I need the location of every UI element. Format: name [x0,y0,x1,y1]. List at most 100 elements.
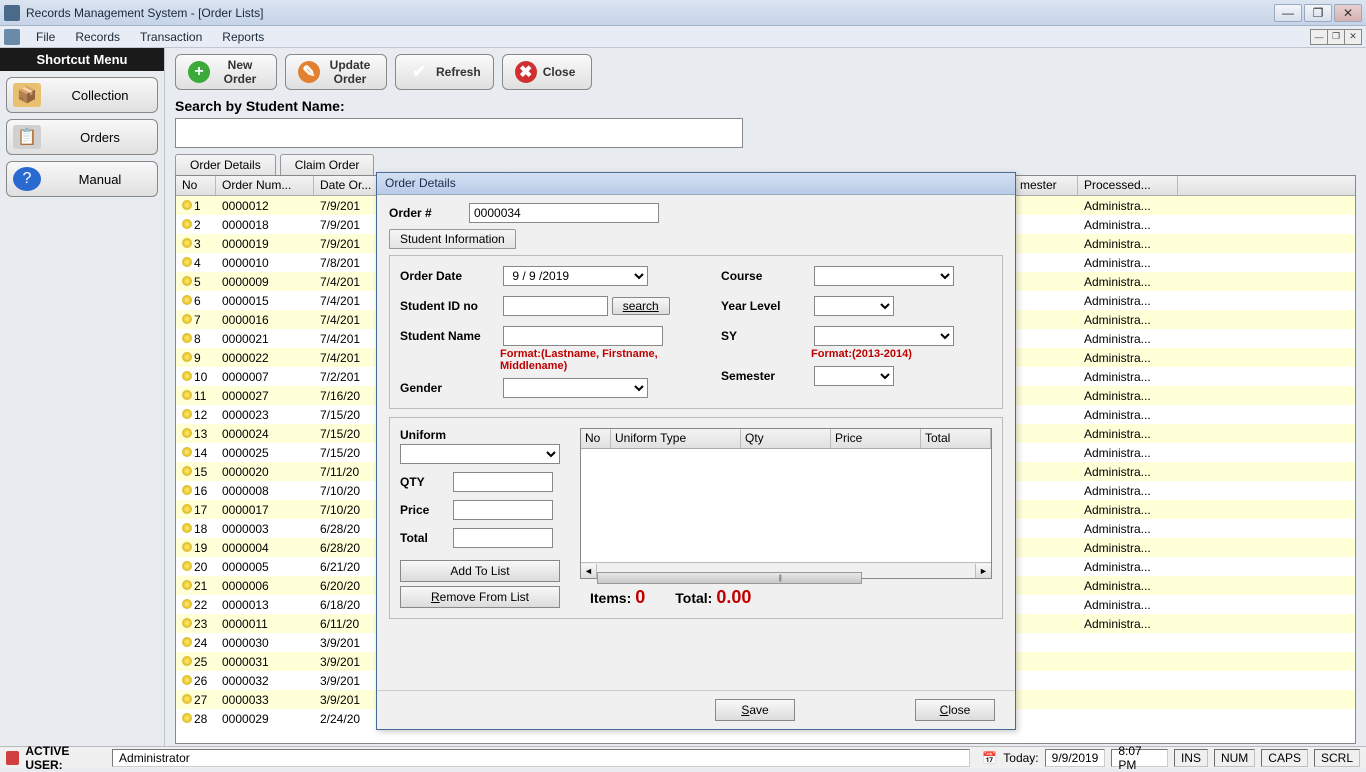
gender-select[interactable] [503,378,648,398]
sidebar-label: Orders [49,130,151,145]
active-user-label: ACTIVE USER: [25,744,106,772]
scroll-right-icon[interactable]: ► [975,564,991,578]
sidebar-header: Shortcut Menu [0,48,164,71]
course-label: Course [721,269,811,283]
menu-bar: File Records Transaction Reports — ❐ ✕ [0,26,1366,48]
user-icon [6,751,19,765]
year-level-label: Year Level [721,299,811,313]
add-icon: + [188,61,210,83]
sy-format-hint: Format:(2013-2014) [811,348,992,360]
mdi-minimize-button[interactable]: — [1310,29,1328,45]
sidebar-label: Collection [49,88,151,103]
status-time: 8:07 PM [1111,749,1168,767]
sidebar-btn-orders[interactable]: 📋 Orders [6,119,158,155]
student-name-input[interactable] [503,326,663,346]
active-user-value: Administrator [112,749,970,767]
items-value: 0 [635,587,645,607]
mini-col-total[interactable]: Total [921,429,991,448]
order-details-dialog: Order Details Order # Student Informatio… [376,172,1016,730]
uniform-items-grid: No Uniform Type Qty Price Total ◄ ||| ► [580,428,992,579]
tab-claim-order[interactable]: Claim Order [280,154,375,175]
menu-records[interactable]: Records [65,28,130,46]
window-titlebar: Records Management System - [Order Lists… [0,0,1366,26]
student-id-input[interactable] [503,296,608,316]
sidebar: Shortcut Menu 📦 Collection 📋 Orders ? Ma… [0,48,165,746]
button-label: Close [543,65,576,79]
price-label: Price [400,503,450,517]
collection-icon: 📦 [13,83,41,107]
orders-icon: 📋 [13,125,41,149]
mdi-restore-button[interactable]: ❐ [1327,29,1345,45]
uniform-panel: Uniform QTY Price Total Add To List Remo… [389,417,1003,619]
status-ins: INS [1174,749,1208,767]
update-order-button[interactable]: ✎ Update Order [285,54,387,90]
order-num-label: Order # [389,206,469,220]
year-level-select[interactable] [814,296,894,316]
today-label: Today: [1003,751,1038,765]
mini-col-qty[interactable]: Qty [741,429,831,448]
qty-input[interactable] [453,472,553,492]
name-format-hint: Format:(Lastname, Firstname, Middlename) [500,348,701,372]
status-date: 9/9/2019 [1045,749,1106,767]
status-scrl: SCRL [1314,749,1360,767]
minimize-button[interactable]: — [1274,4,1302,22]
new-order-button[interactable]: + New Order [175,54,277,90]
help-icon: ? [13,167,41,191]
remove-from-list-button[interactable]: Remove From List [400,586,560,608]
grand-total-label: Total: [675,590,712,606]
toolbar: + New Order ✎ Update Order ✔ Refresh ✖ C… [165,48,1366,96]
qty-label: QTY [400,475,450,489]
order-num-input[interactable] [469,203,659,223]
add-to-list-button[interactable]: Add To List [400,560,560,582]
semester-label: Semester [721,369,811,383]
scroll-left-icon[interactable]: ◄ [581,564,597,578]
window-close-button[interactable]: ✕ [1334,4,1362,22]
refresh-button[interactable]: ✔ Refresh [395,54,494,90]
uniform-select[interactable] [400,444,560,464]
mdi-close-button[interactable]: ✕ [1344,29,1362,45]
dialog-title[interactable]: Order Details [377,173,1015,195]
menu-reports[interactable]: Reports [212,28,274,46]
check-icon: ✔ [408,61,430,83]
price-input[interactable] [453,500,553,520]
mini-col-type[interactable]: Uniform Type [611,429,741,448]
grand-total-value: 0.00 [716,587,751,607]
sy-select[interactable] [814,326,954,346]
total-input[interactable] [453,528,553,548]
status-bar: ACTIVE USER: Administrator 📅 Today: 9/9/… [0,746,1366,768]
search-label: Search by Student Name: [175,98,1356,114]
app-icon [4,5,20,21]
status-num: NUM [1214,749,1255,767]
col-header-no[interactable]: No [176,176,216,195]
close-button[interactable]: ✖ Close [502,54,592,90]
search-input[interactable] [175,118,743,148]
button-label: Refresh [436,65,481,79]
dialog-save-button[interactable]: Save [715,699,795,721]
course-select[interactable] [814,266,954,286]
student-search-button[interactable]: search [612,297,670,315]
close-icon: ✖ [515,61,537,83]
menu-file[interactable]: File [26,28,65,46]
col-header-order-num[interactable]: Order Num... [216,176,314,195]
order-date-label: Order Date [400,269,500,283]
uniform-label: Uniform [400,428,570,442]
col-header-processed-by[interactable]: Processed... [1078,176,1178,195]
student-id-label: Student ID no [400,299,500,313]
mini-grid-scrollbar[interactable]: ◄ ||| ► [581,562,991,578]
sidebar-btn-manual[interactable]: ? Manual [6,161,158,197]
semester-select[interactable] [814,366,894,386]
dialog-tab-student-info[interactable]: Student Information [389,229,516,249]
items-label: Items: [590,590,631,606]
mini-col-price[interactable]: Price [831,429,921,448]
calendar-icon: 📅 [982,751,997,765]
student-name-label: Student Name [400,329,500,343]
student-info-panel: Order Date 9 / 9 /2019 Student ID no sea… [389,255,1003,409]
tab-order-details[interactable]: Order Details [175,154,276,175]
sidebar-btn-collection[interactable]: 📦 Collection [6,77,158,113]
mini-col-no[interactable]: No [581,429,611,448]
maximize-button[interactable]: ❐ [1304,4,1332,22]
dialog-close-button[interactable]: Close [915,699,995,721]
col-header-semester[interactable]: mester [1014,176,1078,195]
order-date-select[interactable]: 9 / 9 /2019 [503,266,648,286]
menu-transaction[interactable]: Transaction [130,28,212,46]
